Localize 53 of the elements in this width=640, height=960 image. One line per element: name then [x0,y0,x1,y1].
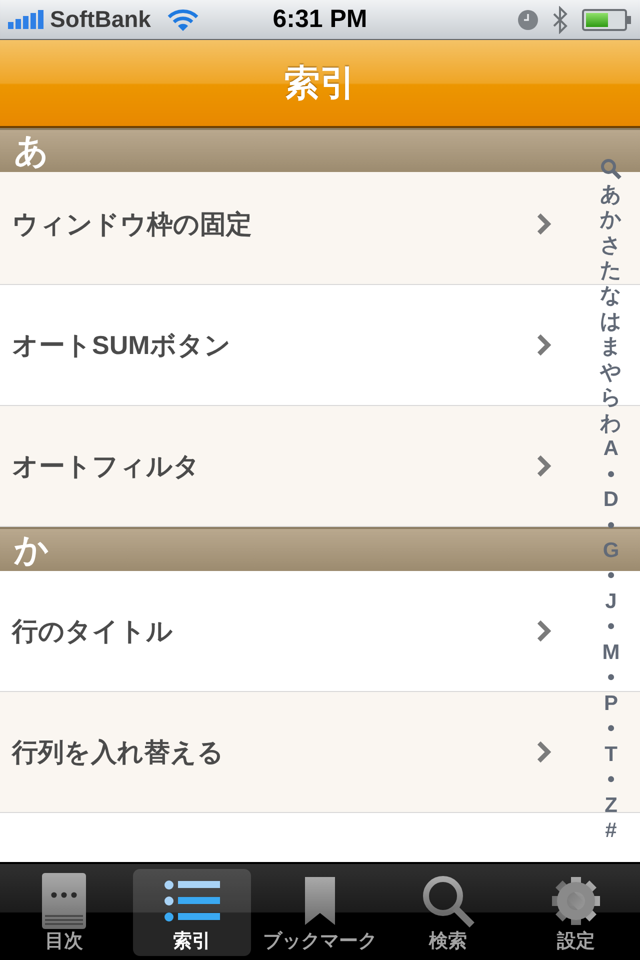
battery-icon [582,8,632,30]
section-index-item[interactable]: さ [600,232,622,258]
chevron-icon [536,212,552,236]
chevron-icon [536,619,552,643]
chevron-icon [536,740,552,764]
chevron-icon [536,454,552,478]
status-time: 6:31 PM [272,7,368,32]
signal-icon [8,10,44,29]
list-icon [164,880,220,922]
index-row[interactable]: 行列を入れ替える [0,692,582,813]
section-index-item[interactable]: か [600,206,622,232]
search-icon [421,874,475,928]
section-index-item[interactable]: D [603,486,619,512]
tab-item[interactable]: 索引 [133,869,251,956]
tab-item[interactable]: 設定 [517,869,635,956]
section-index-item[interactable]: P [604,690,618,716]
section-index-item[interactable]: な [600,283,622,309]
section-index-item[interactable]: は [600,308,622,334]
section-index-item[interactable]: # [605,818,617,844]
section-index-item[interactable]: J [605,588,617,614]
section-index-item[interactable]: • [607,614,615,640]
section-index-item[interactable]: ら [600,385,622,411]
section-index-item[interactable]: M [602,640,620,666]
settings-icon [552,877,600,925]
chevron-icon [536,333,552,357]
section-index-item[interactable]: わ [600,410,622,436]
section-index-item[interactable]: • [607,716,615,742]
section-index-item[interactable]: • [607,665,615,691]
section-index-item[interactable]: • [607,563,615,589]
section-index-item[interactable]: ま [600,334,622,360]
bookmark-icon [305,877,335,925]
section-index-item[interactable]: A [603,436,619,462]
tab-item[interactable]: ブックマーク [261,869,379,956]
tab-item[interactable]: 検索 [389,869,507,956]
section-index-item[interactable]: T [604,741,618,767]
carrier-name: SoftBank [50,8,151,31]
search-icon[interactable] [600,158,622,180]
tab-item[interactable]: 目次 [5,869,123,956]
nav-title: 索引 [284,65,356,101]
index-row[interactable]: オートフィルタ [0,406,582,527]
wifi-icon [166,8,199,32]
section-index-item[interactable]: や [600,360,622,386]
section-header: か [0,527,582,571]
index-row[interactable]: ウィンドウ枠の固定 [0,172,582,285]
book-icon [42,873,86,929]
bluetooth-icon [552,6,568,34]
section-index-item[interactable]: Z [604,792,618,818]
section-index-item[interactable]: • [607,766,615,792]
section-index-item[interactable]: た [600,258,622,284]
section-index-item[interactable]: あ [600,181,622,207]
section-index-item[interactable]: • [607,461,615,487]
section-header: あ [0,128,582,172]
clock-icon [518,10,538,30]
